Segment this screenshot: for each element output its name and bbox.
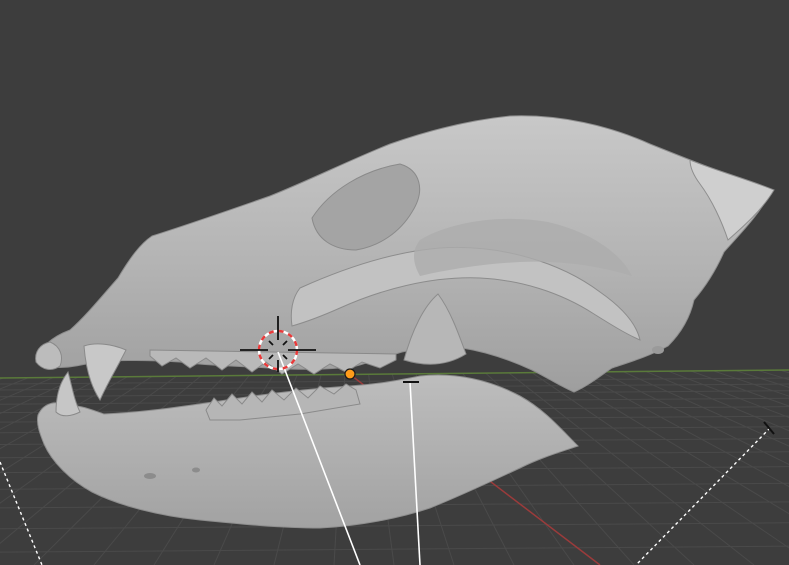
3d-viewport[interactable]: [0, 0, 789, 565]
mental-foramen: [652, 346, 664, 354]
mental-foramen: [144, 473, 156, 479]
object-origin-icon[interactable]: [344, 368, 356, 380]
mental-foramen: [192, 467, 200, 473]
viewport-canvas[interactable]: [0, 0, 789, 565]
